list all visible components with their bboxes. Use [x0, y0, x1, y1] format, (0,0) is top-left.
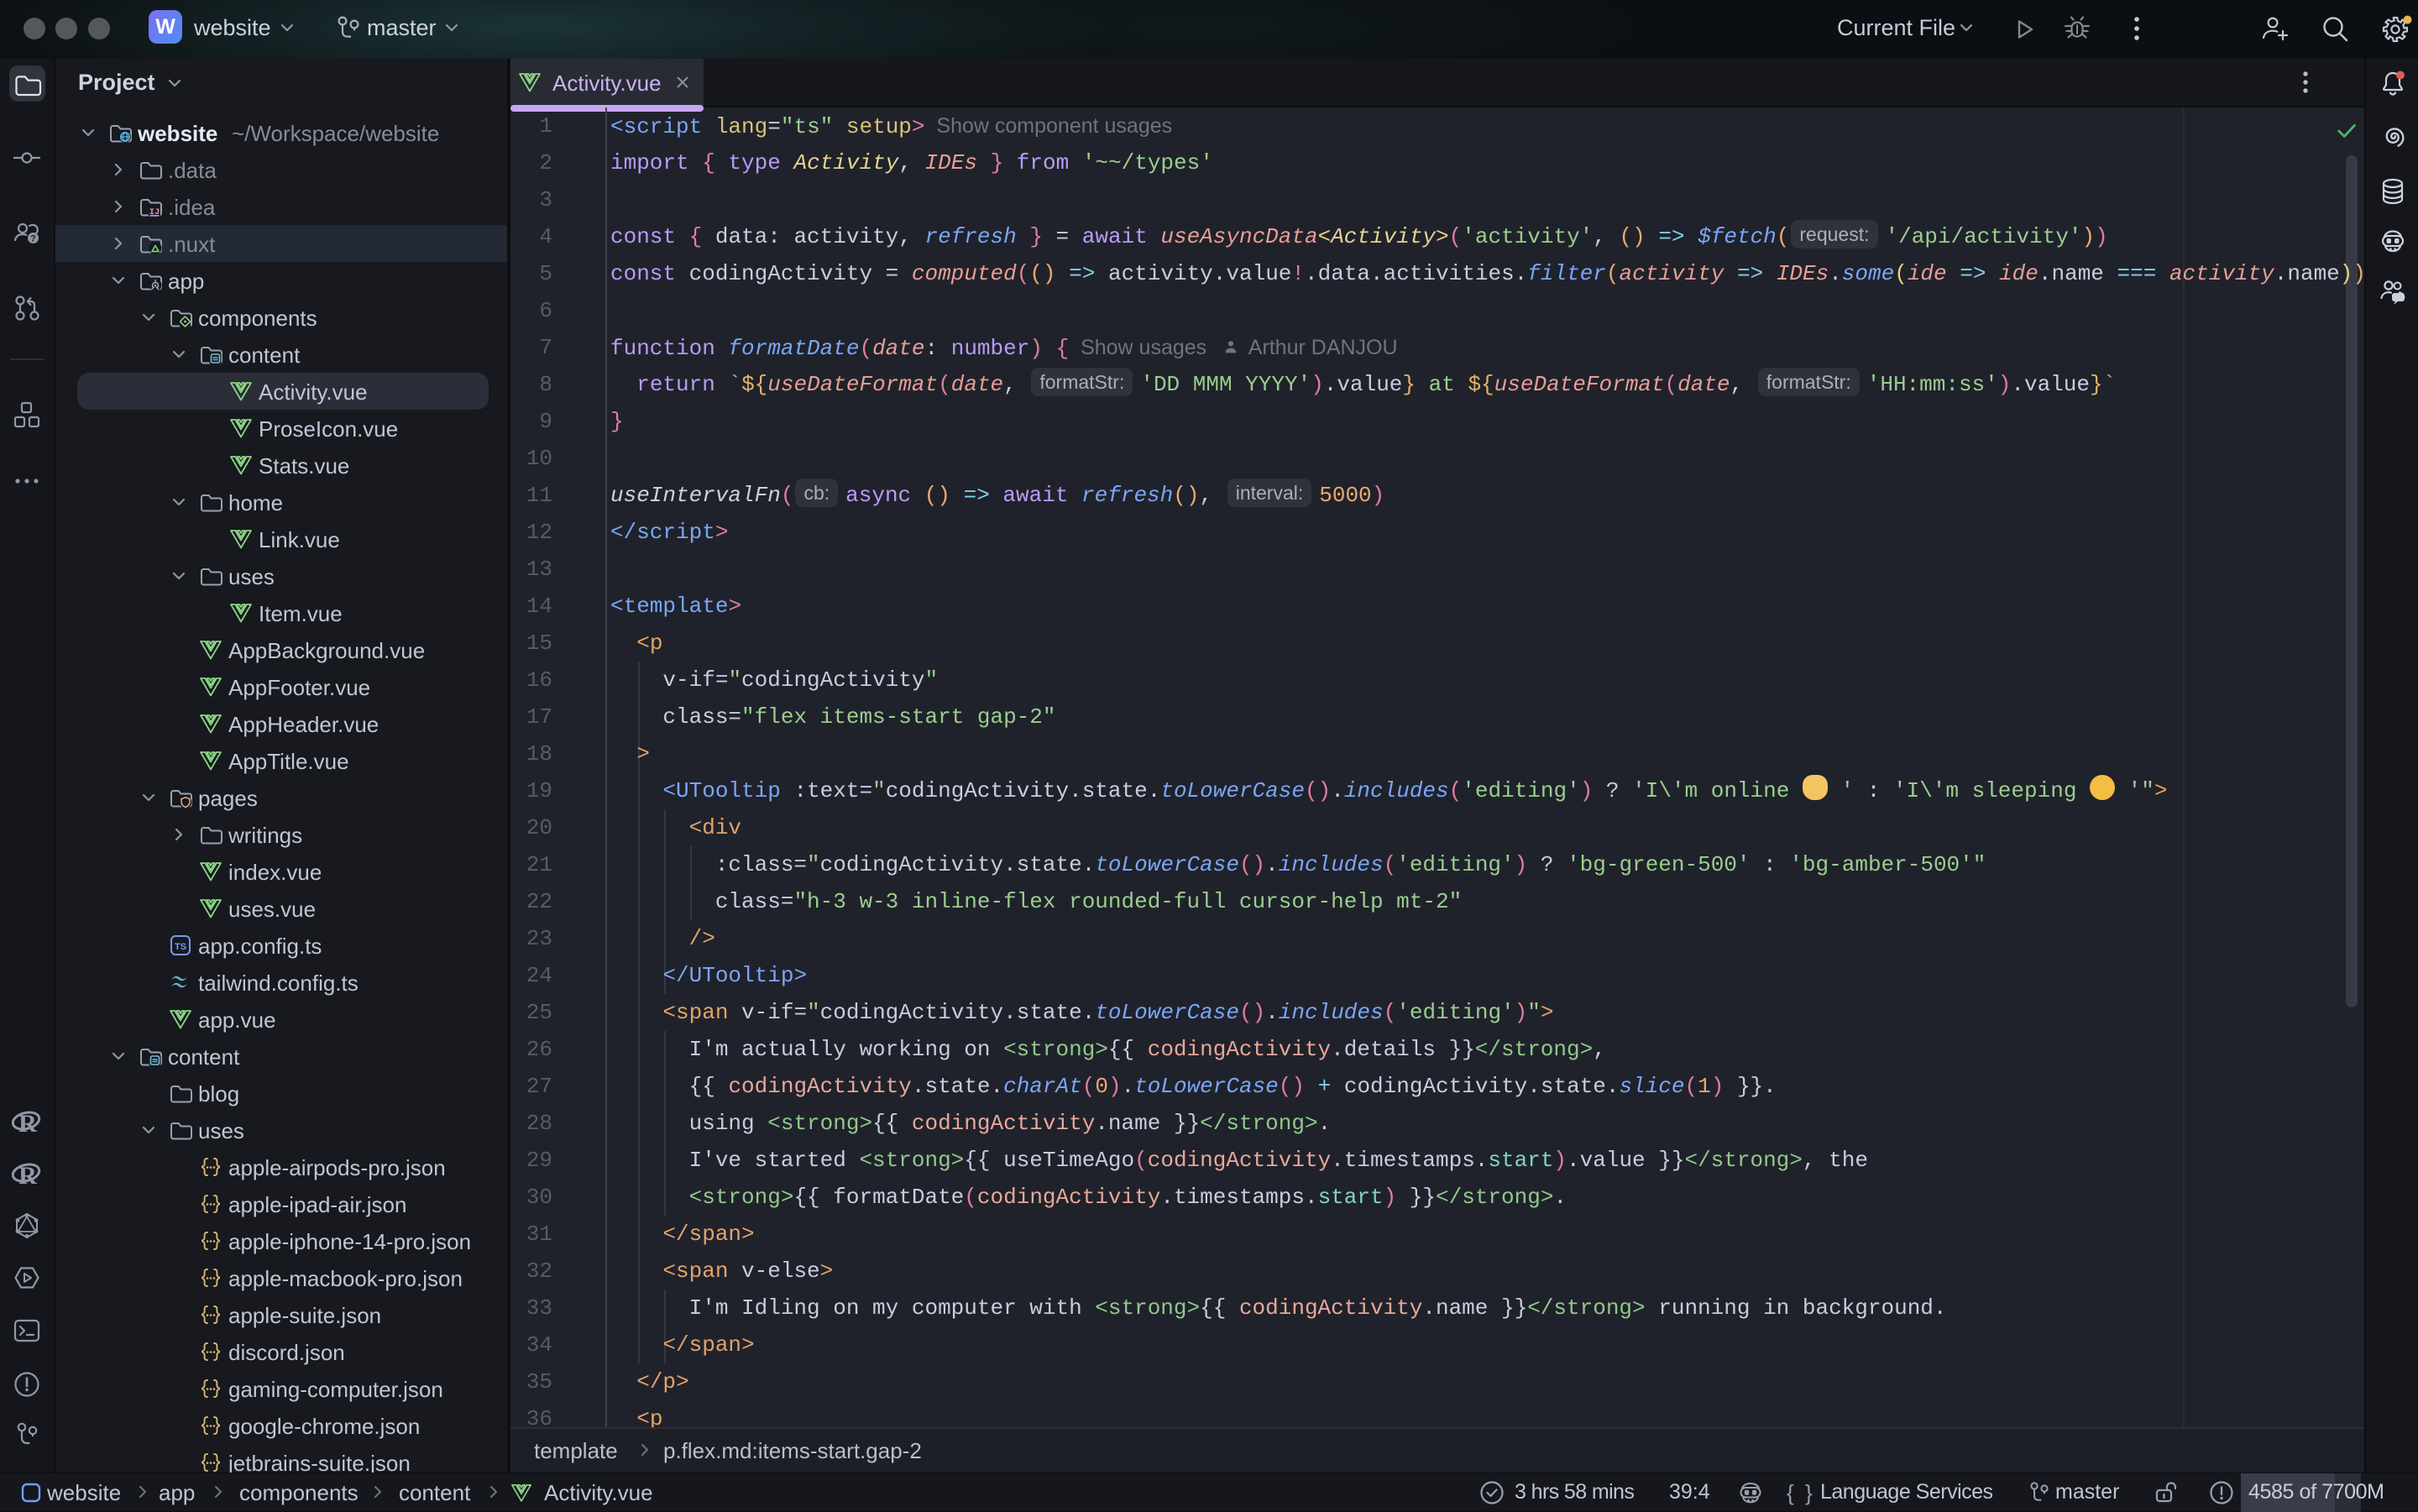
svg-text:R: R: [18, 1162, 37, 1190]
svg-text:?: ?: [30, 234, 36, 244]
svg-text:TS: TS: [175, 942, 186, 952]
svg-text:R: R: [18, 1110, 37, 1138]
